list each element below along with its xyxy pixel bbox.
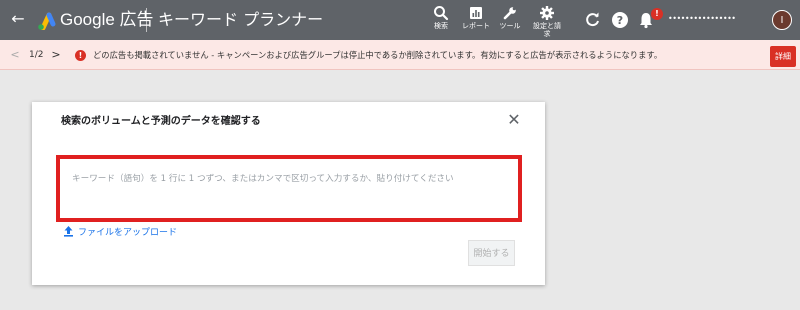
notification-badge: ! [651, 8, 663, 20]
account-name[interactable]: •••••••••••••••• [668, 14, 736, 24]
upload-file-link[interactable]: ファイルをアップロード [63, 225, 177, 239]
settings-label-line1: 設定と請 [533, 22, 561, 30]
keyword-forecast-dialog: 検索のボリュームと予測のデータを確認する ✕ ファイルをアップロード 開始する [32, 102, 545, 285]
header-divider [146, 8, 147, 32]
gear-icon [540, 6, 554, 20]
bar-chart-icon [470, 7, 482, 19]
page-title: キーワード プランナー [158, 10, 324, 29]
start-button[interactable]: 開始する [468, 240, 515, 266]
google-ads-logo-icon [38, 12, 56, 30]
tools-label: ツール [499, 22, 521, 30]
help-icon[interactable]: ? [610, 10, 630, 30]
svg-text:?: ? [617, 14, 623, 27]
search-tool-button[interactable]: 検索 [421, 4, 461, 38]
notification-pager: 1/2 [29, 50, 44, 60]
back-arrow-icon[interactable]: ← [9, 9, 27, 29]
notification-message: どの広告も掲載されていません - キャンペーンおよび広告グループは停止中であるか… [93, 50, 663, 60]
avatar[interactable]: I [772, 10, 792, 30]
settings-label-line2: 求 [543, 30, 551, 38]
upload-icon [64, 226, 73, 237]
top-app-bar: ← Google 広告 キーワード プランナー 検索 レポート ツール 設定と請… [0, 0, 800, 40]
chevron-right-icon[interactable]: > [50, 48, 62, 62]
search-icon [434, 6, 449, 21]
alert-icon: ! [75, 50, 86, 61]
refresh-icon[interactable] [583, 10, 603, 30]
details-button[interactable]: 詳細 [770, 46, 796, 67]
dialog-title: 検索のボリュームと予測のデータを確認する [61, 116, 261, 127]
settings-billing-button[interactable]: 設定と請 求 [526, 4, 568, 38]
wrench-icon [503, 7, 516, 20]
upload-file-label: ファイルをアップロード [78, 228, 178, 238]
chevron-left-icon[interactable]: < [9, 48, 21, 62]
keyword-input-highlight [56, 155, 522, 222]
search-tool-label: 検索 [434, 22, 448, 30]
tools-button[interactable]: ツール [490, 4, 530, 38]
keyword-input[interactable] [60, 159, 518, 218]
brand-name: Google 広告 [60, 10, 154, 29]
close-icon[interactable]: ✕ [506, 112, 522, 128]
notification-bar: < 1/2 > ! どの広告も掲載されていません - キャンペーンおよび広告グル… [0, 40, 800, 70]
